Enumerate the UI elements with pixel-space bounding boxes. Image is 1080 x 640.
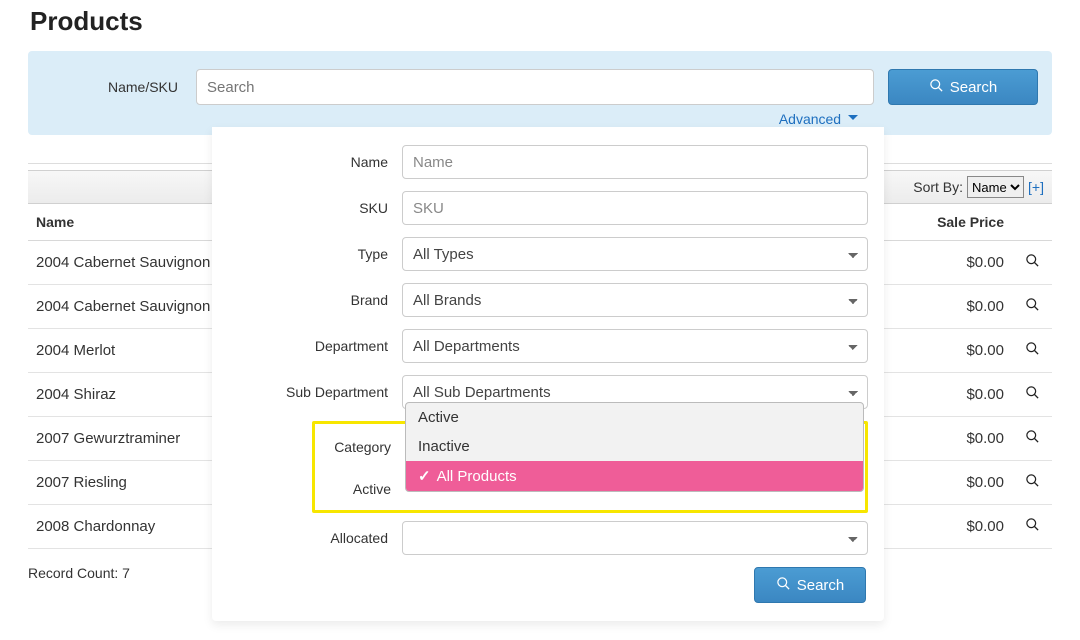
sort-select[interactable]: Name — [967, 176, 1024, 198]
adv-type-label: Type — [228, 246, 402, 262]
cell-sale-price: $0.00 — [892, 241, 1012, 285]
magnifier-icon — [1025, 297, 1040, 312]
active-option-active[interactable]: Active — [406, 403, 863, 432]
adv-category-label: Category — [315, 439, 405, 455]
adv-dept-select[interactable]: All Departments — [402, 329, 868, 363]
row-detail-button[interactable] — [1012, 505, 1052, 549]
active-option-inactive[interactable]: Inactive — [406, 432, 863, 461]
adv-sku-input[interactable] — [402, 191, 868, 225]
magnifier-icon — [1025, 341, 1040, 356]
cell-sale-price: $0.00 — [892, 285, 1012, 329]
cell-sale-price: $0.00 — [892, 329, 1012, 373]
search-button[interactable]: Search — [888, 69, 1038, 105]
search-bar: Name/SKU Search Advanced Name SKU Type — [28, 51, 1052, 135]
col-sale-price: Sale Price — [892, 204, 1012, 241]
search-label: Name/SKU — [42, 79, 182, 95]
cell-sale-price: $0.00 — [892, 417, 1012, 461]
cell-sale-price: $0.00 — [892, 505, 1012, 549]
magnifier-icon — [1025, 385, 1040, 400]
search-icon — [929, 78, 944, 97]
cell-sale-price: $0.00 — [892, 461, 1012, 505]
row-detail-button[interactable] — [1012, 461, 1052, 505]
search-button-label: Search — [950, 79, 998, 96]
adv-allocated-select[interactable] — [402, 521, 868, 555]
row-detail-button[interactable] — [1012, 329, 1052, 373]
adv-search-button-label: Search — [797, 577, 845, 594]
row-detail-button[interactable] — [1012, 373, 1052, 417]
highlight-active-region: Category Active Inactive All Products Ac… — [312, 421, 868, 513]
adv-type-select[interactable]: All Types — [402, 237, 868, 271]
search-icon — [776, 576, 791, 595]
magnifier-icon — [1025, 517, 1040, 532]
advanced-panel: Name SKU Type All Types Brand All Brands… — [212, 127, 884, 621]
adv-sku-label: SKU — [228, 200, 402, 216]
cell-sale-price: $0.00 — [892, 373, 1012, 417]
active-option-all[interactable]: All Products — [406, 461, 863, 491]
add-sort-link[interactable]: [+] — [1028, 179, 1044, 195]
adv-brand-select[interactable]: All Brands — [402, 283, 868, 317]
sort-by-label: Sort By: — [913, 179, 963, 195]
adv-dept-label: Department — [228, 338, 402, 354]
magnifier-icon — [1025, 429, 1040, 444]
magnifier-icon — [1025, 253, 1040, 268]
search-input[interactable] — [196, 69, 874, 105]
magnifier-icon — [1025, 473, 1040, 488]
adv-name-input[interactable] — [402, 145, 868, 179]
adv-active-label: Active — [315, 481, 405, 497]
row-detail-button[interactable] — [1012, 241, 1052, 285]
adv-brand-label: Brand — [228, 292, 402, 308]
adv-subdept-label: Sub Department — [228, 384, 402, 400]
row-detail-button[interactable] — [1012, 417, 1052, 461]
adv-search-button[interactable]: Search — [754, 567, 866, 603]
advanced-toggle[interactable]: Advanced — [42, 105, 1038, 127]
row-detail-button[interactable] — [1012, 285, 1052, 329]
page-title: Products — [30, 6, 1052, 37]
adv-name-label: Name — [228, 154, 402, 170]
adv-allocated-label: Allocated — [228, 530, 402, 546]
active-dropdown-menu: Active Inactive All Products — [405, 402, 864, 492]
